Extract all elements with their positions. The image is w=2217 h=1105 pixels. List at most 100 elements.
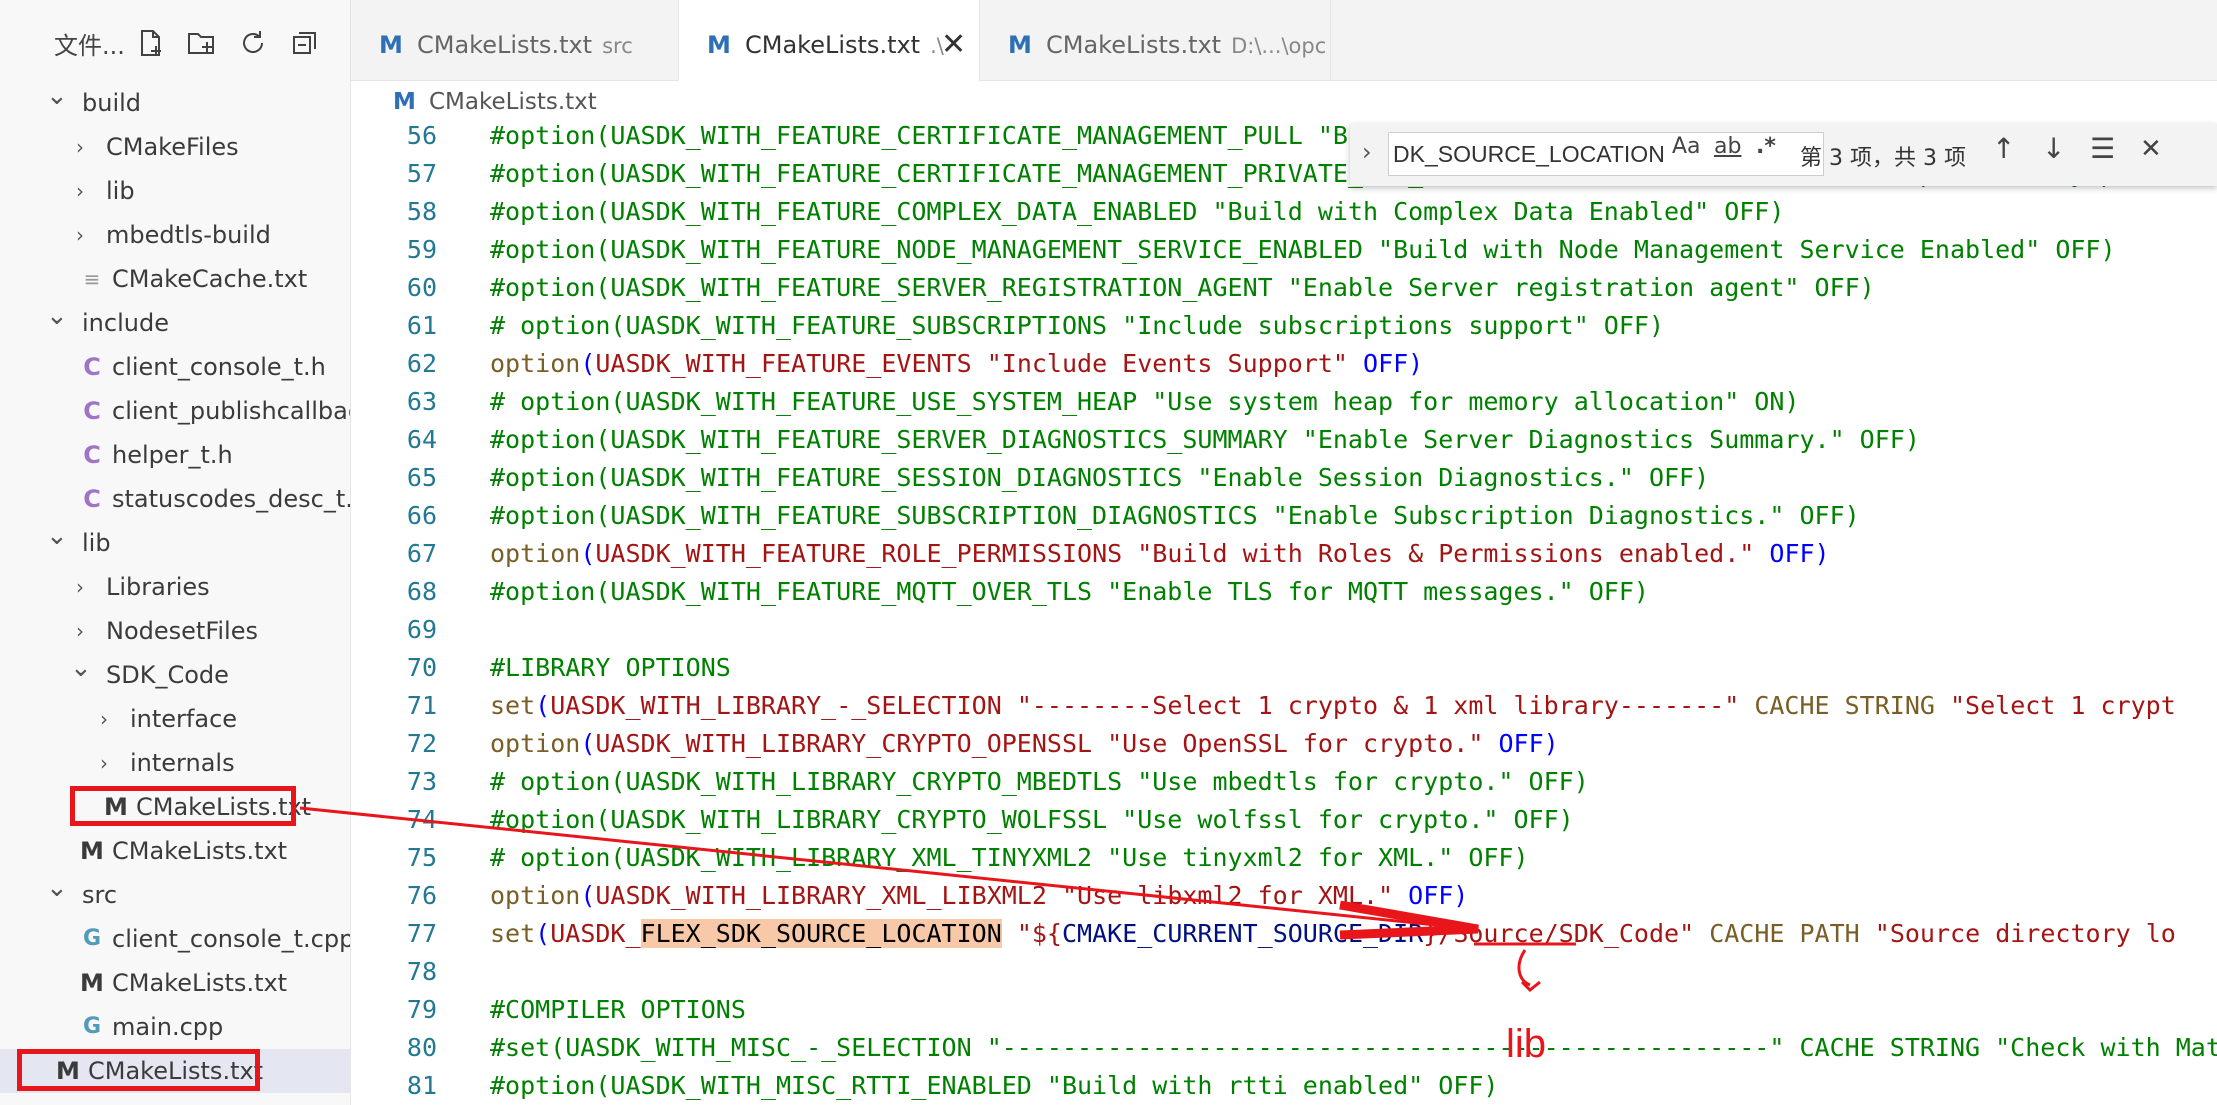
tree-folder[interactable]: › lib: [0, 169, 350, 213]
tree-file[interactable]: Cclient_console_t.h: [0, 345, 350, 389]
code-line[interactable]: 66 #option(UASDK_WITH_FEATURE_SUBSCRIPTIO…: [351, 497, 2217, 535]
match-case-toggle[interactable]: Aa: [1672, 134, 1701, 159]
code-line[interactable]: 75 # option(UASDK_WITH_LIBRARY_XML_TINYXM…: [351, 839, 2217, 877]
tree-file[interactable]: Cclient_publishcallbac...: [0, 389, 350, 433]
code-line[interactable]: 73 # option(UASDK_WITH_LIBRARY_CRYPTO_MBE…: [351, 763, 2217, 801]
match-whole-word-toggle[interactable]: ab: [1714, 134, 1741, 159]
breadcrumb: M CMakeLists.txt: [351, 81, 2217, 123]
code-line[interactable]: 65 #option(UASDK_WITH_FEATURE_SESSION_DIA…: [351, 459, 2217, 497]
chevron-down-icon[interactable]: ⌄: [46, 521, 68, 565]
new-file-icon[interactable]: [136, 28, 166, 58]
chevron-right-icon[interactable]: ›: [70, 169, 90, 213]
code-line[interactable]: 69: [351, 611, 2217, 649]
next-match-icon[interactable]: ↓: [2042, 132, 2065, 165]
tab-cmakelists-opc[interactable]: M CMakeLists.txt D:\...\opc: [980, 0, 1331, 80]
code-token: (: [535, 919, 551, 948]
code-text: # option(UASDK_WITH_FEATURE_USE_SYSTEM_H…: [490, 383, 1799, 421]
line-number: 57: [406, 159, 437, 188]
tree-folder[interactable]: › CMakeFiles: [0, 125, 350, 169]
tab-cmakelists-root[interactable]: M CMakeLists.txt .\ ✕: [679, 0, 980, 81]
toggle-replace-icon[interactable]: ›: [1362, 138, 1372, 166]
code-line[interactable]: 76 option(UASDK_WITH_LIBRARY_XML_LIBXML2 …: [351, 877, 2217, 915]
tree-file[interactable]: Cstatuscodes_desc_t.h: [0, 477, 350, 521]
tree-item-label: main.cpp: [112, 1013, 224, 1041]
tree-folder[interactable]: › NodesetFiles: [0, 609, 350, 653]
tree-folder[interactable]: ⌄ src: [0, 873, 350, 917]
breadcrumb-item[interactable]: CMakeLists.txt: [429, 81, 597, 123]
code-token: UASDK_WITH_LIBRARY_CRYPTO_OPENSSL: [595, 729, 1108, 758]
find-widget: › DK_SOURCE_LOCATION Aa ab .* 第 3 项，共 3 …: [1350, 124, 2217, 186]
code-text: set(UASDK_FLEX_SDK_SOURCE_LOCATION "${CM…: [490, 915, 2176, 953]
code-line[interactable]: 67 option(UASDK_WITH_FEATURE_ROLE_PERMISS…: [351, 535, 2217, 573]
chevron-down-icon[interactable]: ⌄: [46, 873, 68, 917]
tree-folder[interactable]: ⌄ build: [0, 81, 350, 125]
chevron-right-icon[interactable]: ›: [94, 741, 114, 785]
code-line[interactable]: 60 #option(UASDK_WITH_FEATURE_SERVER_REGI…: [351, 269, 2217, 307]
editor-tab-bar: M CMakeLists.txt src M CMakeLists.txt .\ ✕…: [351, 0, 2217, 81]
code-line[interactable]: 77 set(UASDK_FLEX_SDK_SOURCE_LOCATION "${…: [351, 915, 2217, 953]
chevron-right-icon[interactable]: ›: [94, 697, 114, 741]
tab-cmakelists-src[interactable]: M CMakeLists.txt src: [351, 0, 679, 80]
tree-folder[interactable]: › mbedtls-build: [0, 213, 350, 257]
tree-file[interactable]: Chelper_t.h: [0, 433, 350, 477]
code-text: # option(UASDK_WITH_FEATURE_SUBSCRIPTION…: [490, 307, 1664, 345]
code-text: #option(UASDK_WITH_FEATURE_SESSION_DIAGN…: [490, 459, 1709, 497]
chevron-down-icon[interactable]: ⌄: [70, 653, 92, 697]
chevron-right-icon[interactable]: ›: [70, 213, 90, 257]
close-find-icon[interactable]: ✕: [2140, 134, 2162, 164]
code-line[interactable]: 68 #option(UASDK_WITH_FEATURE_MQTT_OVER_T…: [351, 573, 2217, 611]
code-line[interactable]: 58 #option(UASDK_WITH_FEATURE_COMPLEX_DAT…: [351, 193, 2217, 231]
chevron-right-icon[interactable]: ›: [70, 125, 90, 169]
code-token: #option(UASDK_WITH_FEATURE_MQTT_OVER_TLS…: [490, 577, 1649, 606]
tree-folder[interactable]: › internals: [0, 741, 350, 785]
tree-file[interactable]: ≡ CMakeCache.txt: [0, 257, 350, 301]
code-line[interactable]: 61 # option(UASDK_WITH_FEATURE_SUBSCRIPTI…: [351, 307, 2217, 345]
code-line[interactable]: 81 #option(UASDK_WITH_MISC_RTTI_ENABLED "…: [351, 1067, 2217, 1105]
code-line[interactable]: 59 #option(UASDK_WITH_FEATURE_NODE_MANAGE…: [351, 231, 2217, 269]
code-line[interactable]: 63 # option(UASDK_WITH_FEATURE_USE_SYSTEM…: [351, 383, 2217, 421]
tree-file[interactable]: Gmain.cpp: [0, 1005, 350, 1049]
code-line[interactable]: 70 #LIBRARY OPTIONS: [351, 649, 2217, 687]
tree-folder[interactable]: ⌄ lib: [0, 521, 350, 565]
code-line[interactable]: 71 set(UASDK_WITH_LIBRARY_-_SELECTION "--…: [351, 687, 2217, 725]
previous-match-icon[interactable]: ↑: [1992, 132, 2015, 165]
refresh-icon[interactable]: [238, 28, 268, 58]
tree-folder[interactable]: › Libraries: [0, 565, 350, 609]
code-line[interactable]: 79 #COMPILER OPTIONS: [351, 991, 2217, 1029]
close-tab-icon[interactable]: ✕: [941, 0, 966, 90]
tree-file[interactable]: Gclient_console_t.cpp: [0, 917, 350, 961]
tree-item-label: Libraries: [106, 573, 210, 601]
use-regex-toggle[interactable]: .*: [1756, 134, 1776, 159]
search-match-highlight: FLEX_SDK_SOURCE_LOCATION: [640, 919, 1002, 948]
chevron-right-icon[interactable]: ›: [70, 609, 90, 653]
tree-folder[interactable]: ⌄ include: [0, 301, 350, 345]
new-folder-icon[interactable]: [186, 28, 216, 58]
chevron-down-icon[interactable]: ⌄: [46, 301, 68, 345]
code-line[interactable]: 62 option(UASDK_WITH_FEATURE_EVENTS "Incl…: [351, 345, 2217, 383]
code-line[interactable]: 64 #option(UASDK_WITH_FEATURE_SERVER_DIAG…: [351, 421, 2217, 459]
tab-description: D:\...\opc: [1231, 34, 1327, 58]
chevron-down-icon[interactable]: ⌄: [46, 81, 68, 125]
cmake-file-icon: M: [379, 31, 403, 59]
code-line[interactable]: 74 #option(UASDK_WITH_LIBRARY_CRYPTO_WOLF…: [351, 801, 2217, 839]
c-file-icon: C: [83, 485, 101, 513]
tree-file[interactable]: M CMakeLists.txt: [0, 829, 350, 873]
tree-folder[interactable]: › interface: [0, 697, 350, 741]
tree-item-label: src: [82, 881, 118, 909]
explorer-sidebar: 文件... ⌄ build › CMakeFiles › lib › mbedtls-buil…: [0, 0, 351, 1105]
tree-file[interactable]: M CMakeLists.txt: [0, 961, 350, 1005]
code-line[interactable]: 78: [351, 953, 2217, 991]
find-in-selection-icon[interactable]: ☰: [2090, 132, 2115, 165]
code-editor[interactable]: 56 #option(UASDK_WITH_FEATURE_CERTIFICATE…: [351, 123, 2217, 1105]
tab-label: CMakeLists.txt: [745, 31, 921, 59]
line-number: 58: [406, 197, 437, 226]
code-line[interactable]: 80 #set(UASDK_WITH_MISC_-_SELECTION "----…: [351, 1029, 2217, 1067]
code-token: #option(UASDK_WITH_FEATURE_SERVER_DIAGNO…: [490, 425, 1920, 454]
collapse-all-icon[interactable]: [290, 28, 320, 58]
chevron-right-icon[interactable]: ›: [70, 565, 90, 609]
code-token: (: [580, 729, 596, 758]
tree-folder[interactable]: ⌄ SDK_Code: [0, 653, 350, 697]
tree-item-label: CMakeLists.txt: [112, 969, 288, 997]
tree-item-label: CMakeFiles: [106, 133, 239, 161]
code-line[interactable]: 72 option(UASDK_WITH_LIBRARY_CRYPTO_OPENS…: [351, 725, 2217, 763]
